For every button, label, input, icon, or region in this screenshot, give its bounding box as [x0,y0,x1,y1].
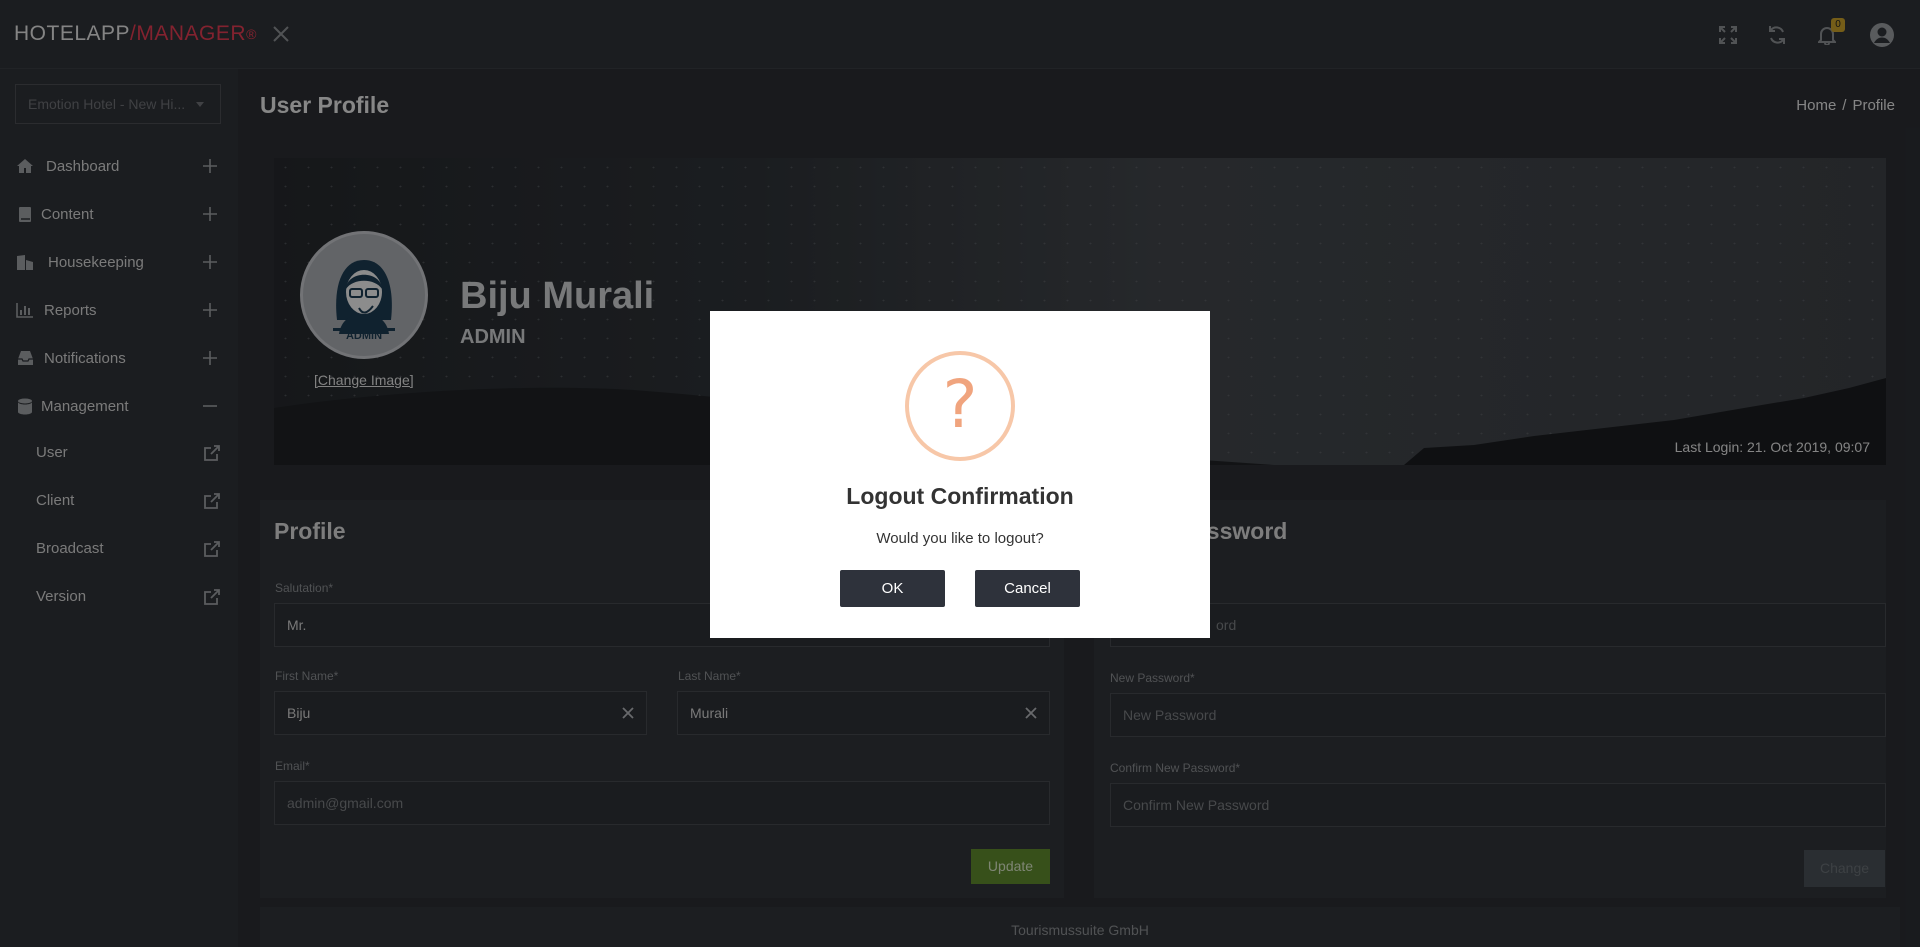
question-icon: ? [905,351,1015,461]
ok-button[interactable]: OK [840,570,945,607]
cancel-button[interactable]: Cancel [975,570,1080,607]
logout-confirmation-dialog: ? Logout Confirmation Would you like to … [710,311,1210,638]
dialog-message: Would you like to logout? [876,530,1044,547]
dialog-title: Logout Confirmation [846,483,1074,509]
